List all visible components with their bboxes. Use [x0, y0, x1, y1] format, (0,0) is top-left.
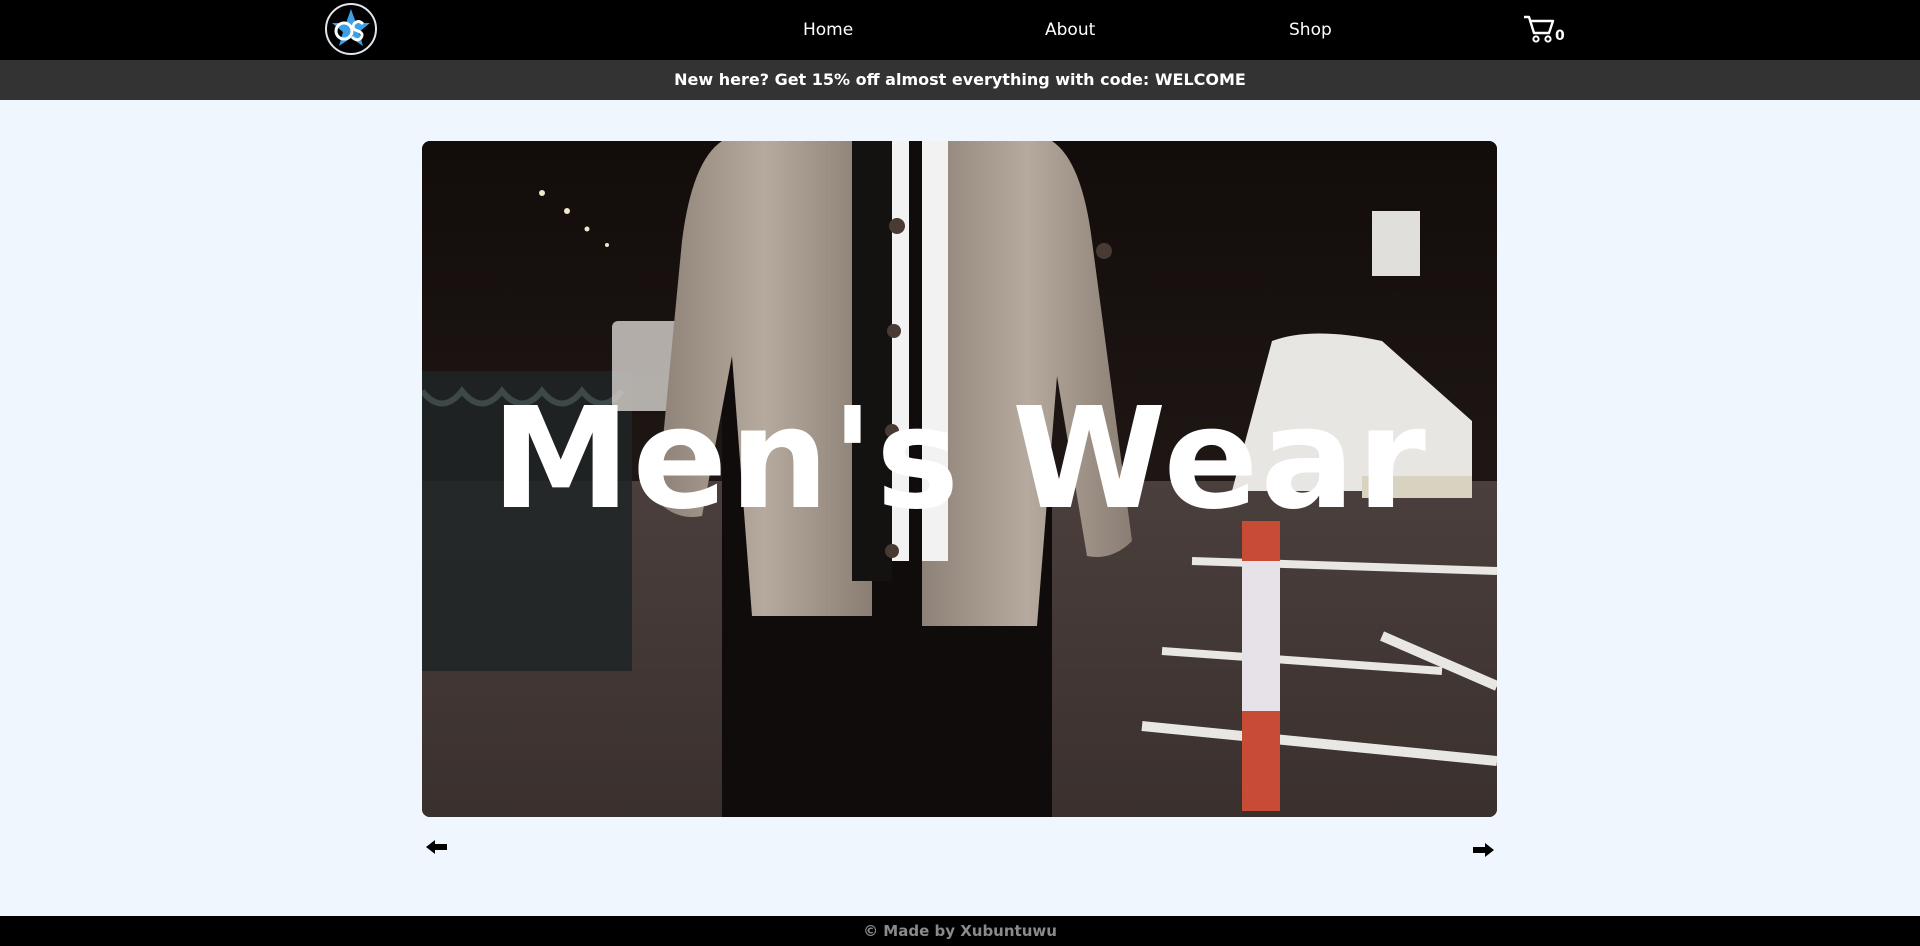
- nav-about-link[interactable]: About: [1045, 19, 1095, 41]
- promo-text: New here? Get 15% off almost everything …: [674, 70, 1246, 89]
- footer: © Made by Xubuntuwu: [0, 916, 1920, 946]
- promo-banner: New here? Get 15% off almost everything …: [0, 60, 1920, 100]
- arrow-right-icon: [1473, 843, 1494, 857]
- top-navbar: Home About Shop 0: [0, 0, 1920, 60]
- hero-title: Men's Wear: [491, 377, 1428, 541]
- footer-text: © Made by Xubuntuwu: [863, 922, 1057, 940]
- nav-shop-link[interactable]: Shop: [1289, 19, 1332, 41]
- os-star-logo-icon[interactable]: [325, 3, 377, 55]
- carousel-prev-button[interactable]: [423, 833, 451, 861]
- hero-carousel: Men's Wear: [422, 141, 1497, 817]
- cart-count-badge: 0: [1555, 28, 1565, 44]
- carousel-next-button[interactable]: [1469, 836, 1497, 864]
- nav-home-link[interactable]: Home: [803, 19, 853, 41]
- arrow-left-icon: [426, 840, 447, 854]
